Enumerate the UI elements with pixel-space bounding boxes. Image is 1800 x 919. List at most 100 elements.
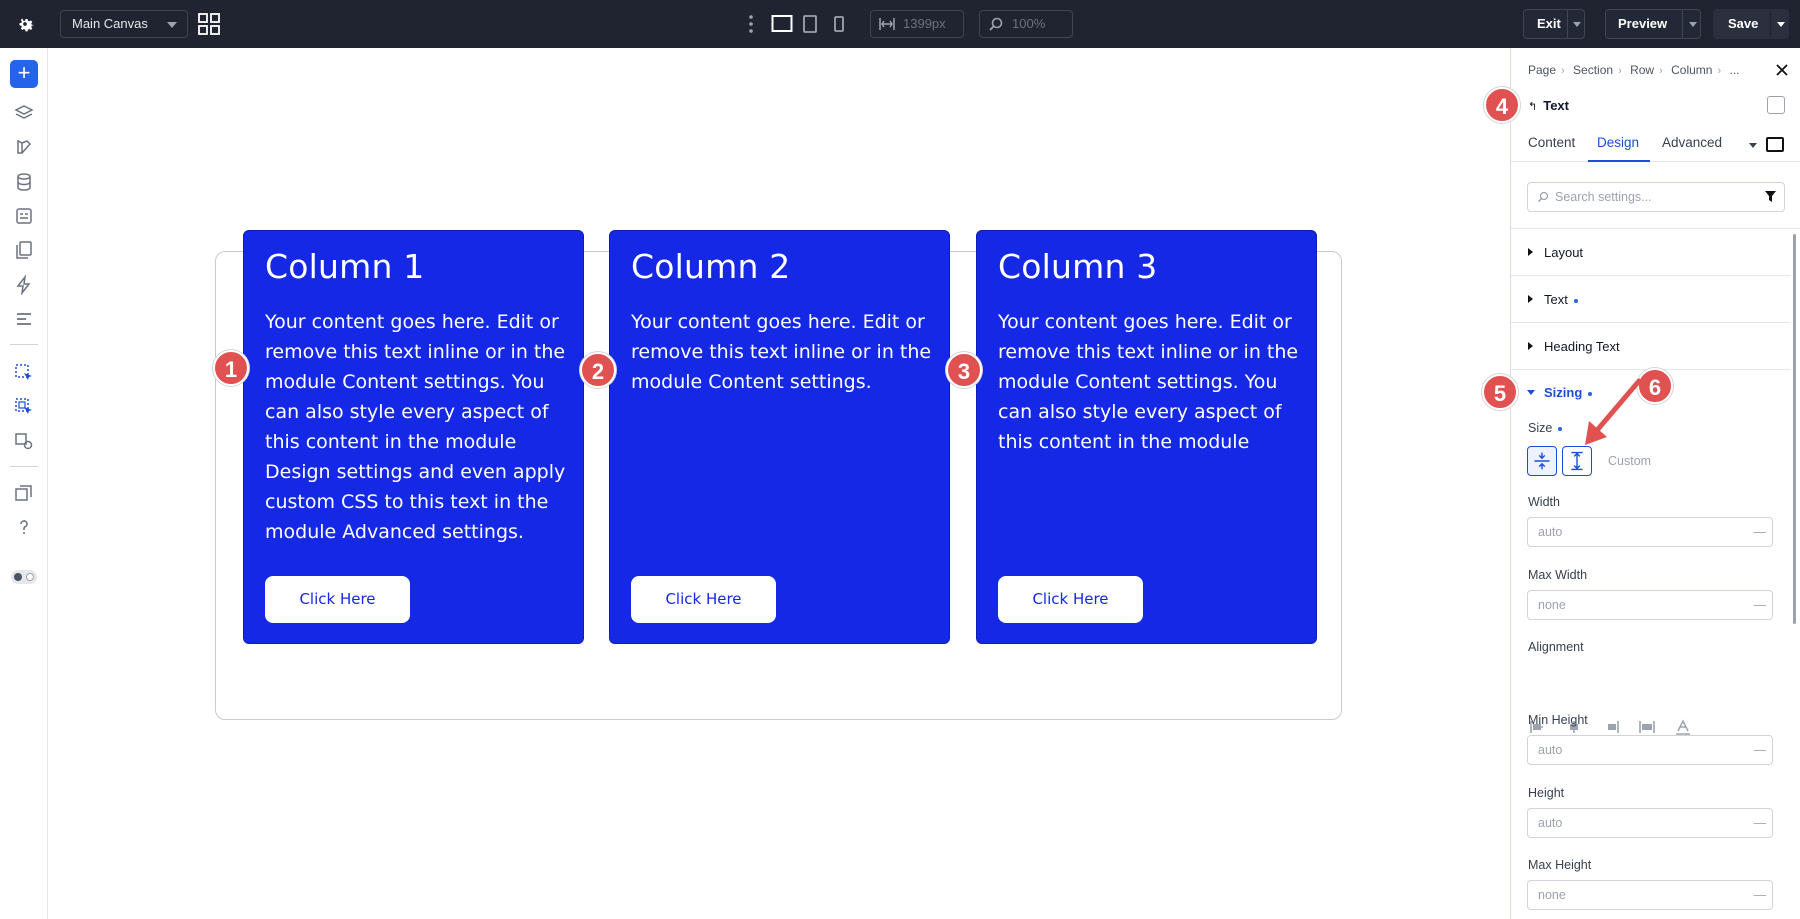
gear-icon[interactable]	[14, 13, 36, 35]
exit-button[interactable]: Exit	[1523, 9, 1585, 39]
plus-icon: +	[17, 60, 31, 85]
chevron-down-icon	[167, 22, 177, 28]
database-icon[interactable]	[14, 172, 34, 192]
tab-content[interactable]: Content	[1528, 135, 1575, 150]
column-3[interactable]: Column 3 Your content goes here. Edit or…	[976, 230, 1317, 644]
click-here-button[interactable]: Click Here	[998, 576, 1143, 623]
column-heading[interactable]: Column 1	[265, 247, 424, 286]
save-label: Save	[1728, 16, 1759, 31]
desktop-icon[interactable]	[771, 14, 793, 34]
toggle-knob	[14, 573, 22, 581]
size-custom-option[interactable]: Custom	[1608, 454, 1651, 468]
click-here-button[interactable]: Click Here	[265, 576, 410, 623]
callout-badge: 1	[213, 350, 249, 386]
click-here-button[interactable]: Click Here	[631, 576, 776, 623]
caret-right-icon	[1528, 295, 1533, 303]
caret-right-icon	[1528, 248, 1533, 256]
preview-button[interactable]: Preview	[1605, 9, 1701, 39]
grid-icon[interactable]	[198, 13, 220, 35]
add-button[interactable]: +	[10, 60, 38, 88]
width-input[interactable]: auto —	[1527, 517, 1773, 547]
text-align-icon[interactable]	[1674, 719, 1692, 735]
view-mode-icon[interactable]	[1766, 137, 1784, 152]
lightning-icon[interactable]	[14, 275, 34, 295]
max-height-input[interactable]: none —	[1527, 880, 1773, 910]
align-stretch-icon[interactable]	[1638, 719, 1656, 735]
group-label: Layout	[1544, 245, 1584, 260]
chevron-down-icon[interactable]	[1573, 22, 1581, 27]
zoom-icon	[989, 17, 1003, 31]
left-sidebar: +	[0, 48, 48, 919]
settings-list-icon[interactable]	[14, 309, 34, 329]
max-width-input[interactable]: none —	[1527, 590, 1773, 620]
group-layout[interactable]: Layout	[1511, 229, 1791, 276]
pages-icon[interactable]	[14, 240, 34, 260]
crumb-sep: ›	[1561, 65, 1565, 77]
height-label: Height	[1528, 786, 1565, 800]
filter-icon[interactable]	[1764, 190, 1777, 203]
group-label-text: Text	[1544, 292, 1568, 307]
max-width-label: Max Width	[1528, 568, 1588, 582]
caret-down-icon[interactable]	[1527, 390, 1535, 395]
toggle-knob-off	[26, 573, 34, 581]
multi-select-icon[interactable]	[14, 397, 34, 417]
exit-label: Exit	[1537, 16, 1561, 31]
chevron-down-icon[interactable]	[1689, 22, 1697, 27]
module-options-icon[interactable]	[1767, 96, 1785, 114]
tablet-icon[interactable]	[802, 14, 818, 34]
theme-icon[interactable]	[14, 137, 34, 157]
portability-icon[interactable]	[14, 483, 34, 503]
column-text[interactable]: Your content goes here. Edit or remove t…	[265, 307, 570, 547]
group-text[interactable]: Text	[1511, 276, 1791, 323]
split-divider	[1770, 10, 1771, 38]
width-label: Width	[1528, 495, 1560, 509]
min-height-value: auto	[1538, 743, 1563, 757]
modified-dot	[1558, 426, 1563, 431]
phone-icon[interactable]	[832, 14, 846, 34]
column-text[interactable]: Your content goes here. Edit or remove t…	[631, 307, 936, 397]
crumb-more[interactable]: ...	[1730, 63, 1740, 77]
select-cursor-icon[interactable]	[14, 363, 34, 383]
crumb-column[interactable]: Column	[1671, 63, 1712, 77]
form-icon[interactable]	[14, 206, 34, 226]
panel-scrollbar[interactable]	[1793, 234, 1796, 624]
size-fit-button[interactable]	[1527, 446, 1557, 476]
layers-icon[interactable]	[14, 103, 34, 123]
tab-advanced[interactable]: Advanced	[1662, 135, 1722, 150]
zoom-field[interactable]: 100%	[979, 10, 1073, 38]
chevron-down-icon[interactable]	[1749, 143, 1757, 148]
callout-arrow-icon	[1585, 378, 1642, 445]
save-button[interactable]: Save	[1713, 9, 1789, 39]
size-label-text: Size	[1528, 421, 1553, 435]
unit-dash: —	[1753, 888, 1767, 902]
top-toolbar: Main Canvas 1399px 100% Exit Preview Sav…	[0, 0, 1800, 48]
canvas-select[interactable]: Main Canvas	[60, 10, 188, 38]
column-heading[interactable]: Column 3	[998, 247, 1157, 286]
column-2[interactable]: Column 2 Your content goes here. Edit or…	[609, 230, 950, 644]
find-replace-icon[interactable]	[14, 431, 34, 451]
unit-dash: —	[1753, 525, 1767, 539]
zoom-value: 100%	[1012, 16, 1046, 31]
mode-toggle[interactable]	[11, 570, 37, 584]
min-height-input[interactable]: auto —	[1527, 735, 1773, 765]
max-width-value: none	[1538, 598, 1566, 612]
column-1[interactable]: Column 1 Your content goes here. Edit or…	[243, 230, 584, 644]
height-input[interactable]: auto —	[1527, 808, 1773, 838]
align-right-icon[interactable]	[1602, 719, 1620, 735]
tab-design[interactable]: Design	[1597, 135, 1639, 150]
chevron-down-icon[interactable]	[1777, 22, 1785, 27]
crumb-page[interactable]: Page	[1528, 63, 1556, 77]
more-icon[interactable]	[748, 14, 754, 34]
close-icon[interactable]	[1774, 62, 1790, 78]
unit-dash: —	[1753, 598, 1767, 612]
breadcrumb: Page › Section › Row › Column › ...	[1528, 63, 1740, 77]
crumb-row[interactable]: Row	[1630, 63, 1654, 77]
back-icon[interactable]: ↰	[1528, 101, 1537, 113]
help-icon[interactable]	[14, 517, 34, 537]
canvas-width-field[interactable]: 1399px	[870, 10, 964, 38]
column-text[interactable]: Your content goes here. Edit or remove t…	[998, 307, 1303, 457]
column-heading[interactable]: Column 2	[631, 247, 790, 286]
search-input[interactable]: Search settings...	[1527, 182, 1785, 212]
group-heading-text[interactable]: Heading Text	[1511, 323, 1791, 370]
crumb-section[interactable]: Section	[1573, 63, 1613, 77]
